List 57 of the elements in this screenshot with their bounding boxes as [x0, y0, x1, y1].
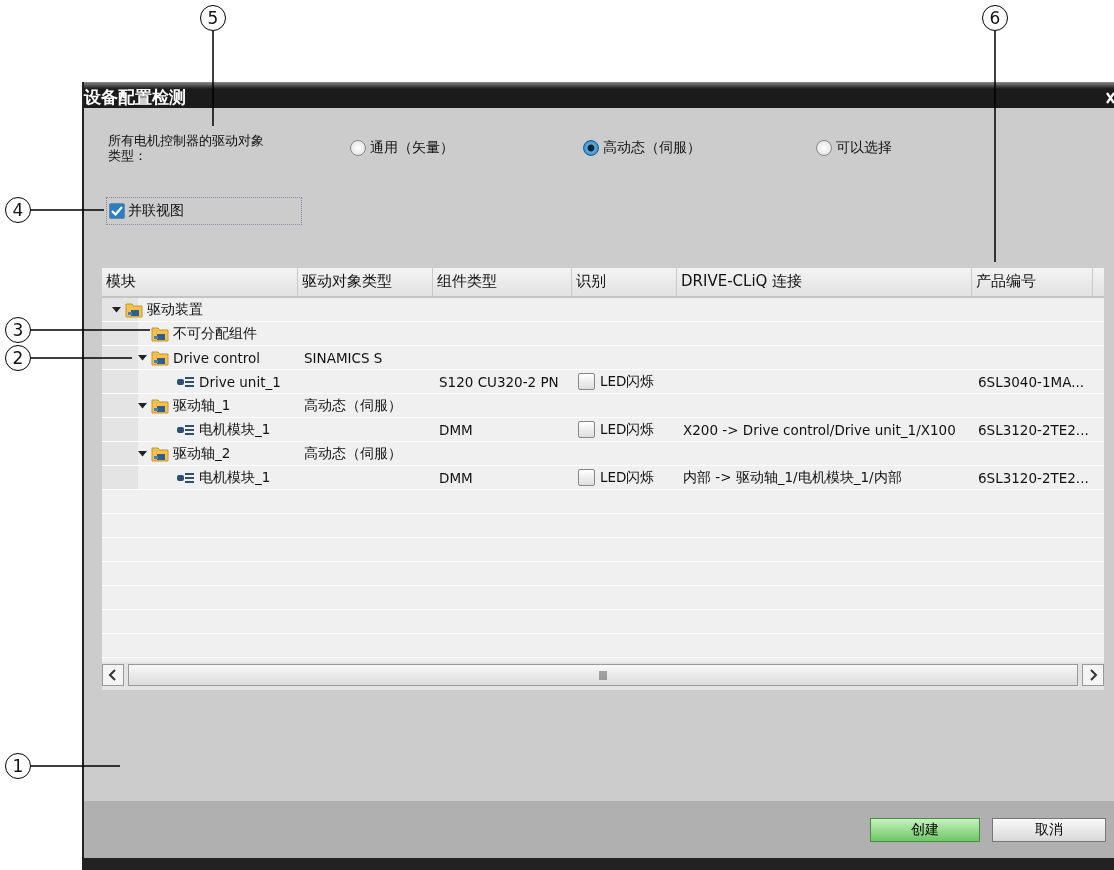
column-header[interactable]: 驱动对象类型	[298, 268, 433, 296]
expand-arrow-icon[interactable]	[138, 449, 147, 458]
radio-indicator[interactable]	[583, 140, 599, 156]
module-icon	[177, 375, 195, 388]
folder-icon	[151, 445, 169, 462]
grip-icon	[599, 670, 607, 680]
column-header[interactable]: 组件类型	[433, 268, 572, 296]
folder-icon	[151, 349, 169, 366]
folder-icon	[151, 325, 169, 342]
drive-type-label: 所有电机控制器的驱动对象类型：	[108, 133, 265, 163]
parallel-view-checkbox[interactable]: 并联视图	[106, 197, 302, 225]
folder-icon	[125, 301, 143, 318]
close-icon[interactable]	[1106, 91, 1114, 105]
radio-option[interactable]: 可以选择	[816, 139, 1049, 157]
order-number-cell: 6SL3120-2TE2...	[978, 469, 1089, 486]
drive-type-cell: 高动态（伺服）	[304, 444, 402, 463]
module-name[interactable]: Drive unit_1	[199, 373, 281, 390]
drive-type-cell: 高动态（伺服）	[304, 396, 402, 415]
horizontal-scrollbar[interactable]	[102, 662, 1104, 690]
checkmark-icon	[111, 206, 123, 216]
column-header[interactable]: 模块	[102, 268, 298, 296]
callout-number: 6	[982, 5, 1008, 31]
folder-icon	[151, 397, 169, 414]
connection-cell: 内部 -> 驱动轴_1/电机模块_1/内部	[683, 468, 902, 487]
connection-cell: X200 -> Drive control/Drive unit_1/X100	[683, 421, 956, 438]
expand-arrow-icon[interactable]	[112, 305, 121, 314]
dialog-button[interactable]: 取消	[992, 817, 1106, 842]
callout-number: 4	[5, 197, 31, 223]
component-type-cell: DMM	[439, 469, 473, 486]
expand-arrow-icon[interactable]	[138, 401, 147, 410]
scroll-thumb[interactable]	[128, 664, 1078, 686]
module-icon	[177, 423, 195, 436]
window-title: 设备配置检测	[84, 85, 186, 109]
expand-arrow-icon[interactable]	[138, 353, 147, 362]
radio-option[interactable]: 高动态（伺服）	[583, 139, 816, 157]
order-number-cell: 6SL3040-1MA...	[978, 373, 1085, 390]
scroll-right-icon[interactable]	[1082, 664, 1104, 686]
column-header[interactable]: DRIVE-CLiQ 连接	[677, 268, 972, 296]
column-header[interactable]: 产品编号	[972, 268, 1093, 296]
callout-number: 2	[5, 345, 31, 371]
led-flash-checkbox[interactable]: LED闪烁	[578, 372, 655, 391]
led-flash-checkbox[interactable]: LED闪烁	[578, 468, 655, 487]
order-number-cell: 6SL3120-2TE2...	[978, 421, 1089, 438]
module-icon	[177, 471, 195, 484]
drive-type-cell: SINAMICS S	[304, 349, 383, 366]
led-flash-checkbox[interactable]: LED闪烁	[578, 420, 655, 439]
radio-indicator[interactable]	[350, 140, 366, 156]
callout-number: 3	[5, 317, 31, 343]
callout-number: 1	[5, 753, 31, 779]
dialog-button[interactable]: 创建	[870, 817, 980, 842]
component-type-cell: DMM	[439, 421, 473, 438]
component-type-cell: S120 CU320-2 PN	[439, 373, 559, 390]
column-header[interactable]: 识别	[572, 268, 677, 296]
callout-number: 5	[200, 5, 226, 31]
scroll-left-icon[interactable]	[102, 664, 124, 686]
radio-option[interactable]: 通用（矢量）	[350, 139, 583, 157]
radio-indicator[interactable]	[816, 140, 832, 156]
